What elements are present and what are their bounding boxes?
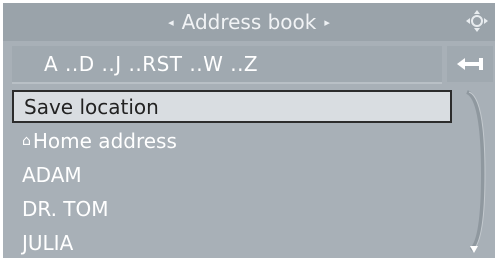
list-item[interactable]: DR. TOM [12,192,452,226]
title-bar: ◂ Address book ▸ [3,3,495,41]
controller-knob-icon [466,10,488,32]
list-item[interactable]: JULIA [12,226,452,258]
alphabet-letters: A ..D ..J ..RST ..W ..Z [44,52,259,76]
list-item[interactable]: ADAM [12,158,452,192]
list-item-home-address[interactable]: ⌂ Home address [12,124,452,158]
list-item-label: ADAM [22,163,82,187]
scrollbar[interactable] [461,90,491,258]
prev-arrow-icon[interactable]: ◂ [168,16,174,29]
address-list: Save location ⌂ Home address ADAM DR. TO… [12,90,460,258]
alphabet-bar[interactable]: A ..D ..J ..RST ..W ..Z [12,46,442,84]
list-item-label: Save location [24,94,159,119]
list-item-label: DR. TOM [22,197,109,221]
house-icon: ⌂ [22,133,31,149]
back-arrow-icon [457,58,483,70]
back-button[interactable] [447,46,493,82]
navigation-screen: ◂ Address book ▸ A ..D ..J ..RST ..W ..Z… [3,3,495,258]
page-title: Address book [181,10,317,34]
list-item-save-location[interactable]: Save location [12,90,452,123]
list-item-label: JULIA [22,231,74,255]
list-item-label: Home address [32,129,177,153]
next-arrow-icon[interactable]: ▸ [324,16,330,29]
